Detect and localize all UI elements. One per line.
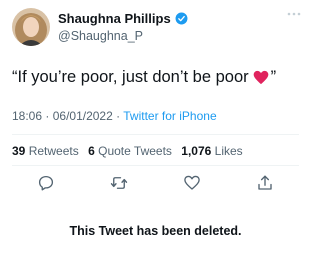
- reply-icon[interactable]: [37, 174, 55, 192]
- tweet-meta: 18:06 · 06/01/2022 · Twitter for iPhone: [12, 109, 217, 123]
- red-heart-emoji-icon: [253, 70, 268, 85]
- avatar[interactable]: [12, 8, 50, 46]
- author-name-row: Shaughna Phillips: [58, 11, 188, 26]
- tweet-date[interactable]: 06/01/2022: [53, 109, 113, 123]
- tweet-text-closing-quote: ”: [270, 68, 277, 86]
- quote-tweets-label: Quote Tweets: [98, 144, 172, 158]
- meta-separator: ·: [116, 109, 121, 123]
- tweet-time[interactable]: 18:06: [12, 109, 42, 123]
- retweets-stat[interactable]: 39 Retweets: [12, 144, 82, 158]
- quote-tweets-stat[interactable]: 6 Quote Tweets: [88, 144, 175, 158]
- deleted-tweet-notice: This Tweet has been deleted.: [69, 224, 242, 238]
- divider: [12, 134, 299, 135]
- retweets-count: 39: [12, 144, 26, 158]
- tweet-text-main: “If you’re poor, just don’t be poor: [12, 68, 249, 86]
- share-icon[interactable]: [256, 174, 274, 192]
- user-handle[interactable]: @Shaughna_P: [58, 29, 143, 43]
- meta-separator: ·: [45, 109, 50, 123]
- tweet-actions: [0, 172, 311, 194]
- more-options-icon[interactable]: [287, 10, 301, 18]
- likes-label: Likes: [214, 144, 243, 158]
- retweet-icon[interactable]: [110, 174, 128, 192]
- likes-stat[interactable]: 1,076 Likes: [181, 144, 242, 158]
- tweet-source-link[interactable]: Twitter for iPhone: [123, 109, 216, 123]
- verified-badge-icon: [175, 12, 188, 25]
- display-name[interactable]: Shaughna Phillips: [58, 11, 171, 26]
- tweet-text: “If you’re poor, just don’t be poor ”: [12, 68, 276, 87]
- tweet-stats: 39 Retweets 6 Quote Tweets 1,076 Likes: [12, 144, 249, 158]
- avatar-image: [12, 8, 50, 46]
- like-icon[interactable]: [183, 174, 201, 192]
- quote-tweets-count: 6: [88, 144, 95, 158]
- likes-count: 1,076: [181, 144, 212, 158]
- divider: [12, 165, 299, 166]
- retweets-label: Retweets: [28, 144, 79, 158]
